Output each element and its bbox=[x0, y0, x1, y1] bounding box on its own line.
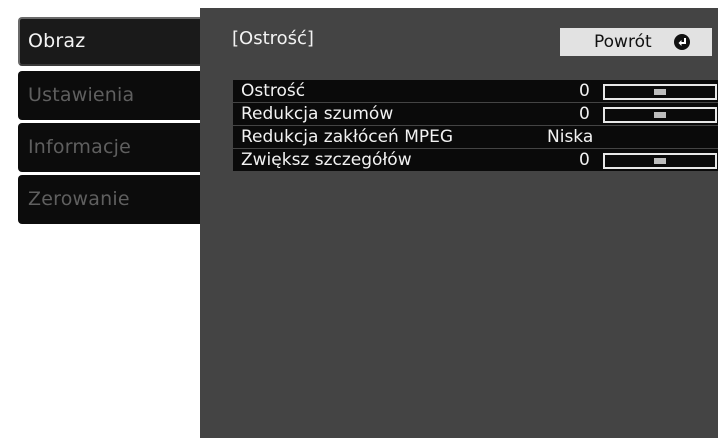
setting-row-redukcja-szumow[interactable]: Redukcja szumów 0 bbox=[233, 103, 718, 126]
setting-value: Niska bbox=[547, 127, 594, 147]
setting-label: Redukcja szumów bbox=[241, 104, 394, 124]
submenu-panel: [Ostrość] Powrót Ostrość 0 Redukcja szum… bbox=[200, 8, 718, 438]
setting-value: 0 bbox=[579, 104, 590, 124]
setting-row-zwieksz-szczegolow[interactable]: Zwiększ szczegółów 0 bbox=[233, 149, 718, 172]
settings-list: Ostrość 0 Redukcja szumów 0 Redukcja zak… bbox=[233, 80, 718, 172]
menu-item-zerowanie[interactable]: Zerowanie bbox=[18, 175, 214, 224]
setting-value: 0 bbox=[579, 81, 590, 101]
main-menu: Obraz Ustawienia Informacje Zerowanie bbox=[0, 0, 214, 438]
setting-label: Redukcja zakłóceń MPEG bbox=[241, 127, 454, 147]
setting-row-redukcja-zaklocen-mpeg[interactable]: Redukcja zakłóceń MPEG Niska bbox=[233, 126, 718, 149]
menu-item-obraz[interactable]: Obraz bbox=[18, 17, 214, 66]
back-button-label: Powrót bbox=[594, 32, 652, 52]
ostrosc-slider[interactable] bbox=[603, 84, 717, 100]
menu-item-ustawienia[interactable]: Ustawienia bbox=[18, 71, 214, 120]
redukcja-szumow-slider[interactable] bbox=[603, 107, 717, 123]
back-button[interactable]: Powrót bbox=[560, 28, 712, 56]
projector-menu-screen: Obraz Ustawienia Informacje Zerowanie [O… bbox=[0, 0, 718, 438]
panel-title: [Ostrość] bbox=[232, 28, 314, 49]
setting-label: Ostrość bbox=[241, 81, 306, 101]
slider-knob[interactable] bbox=[654, 158, 666, 164]
slider-knob[interactable] bbox=[654, 89, 666, 95]
setting-value: 0 bbox=[579, 150, 590, 170]
setting-label: Zwiększ szczegółów bbox=[241, 150, 412, 170]
slider-knob[interactable] bbox=[654, 112, 666, 118]
return-arrow-icon bbox=[674, 34, 690, 50]
setting-row-ostrosc[interactable]: Ostrość 0 bbox=[233, 80, 718, 103]
menu-item-informacje[interactable]: Informacje bbox=[18, 123, 214, 172]
zwieksz-szczegolow-slider[interactable] bbox=[603, 153, 717, 169]
